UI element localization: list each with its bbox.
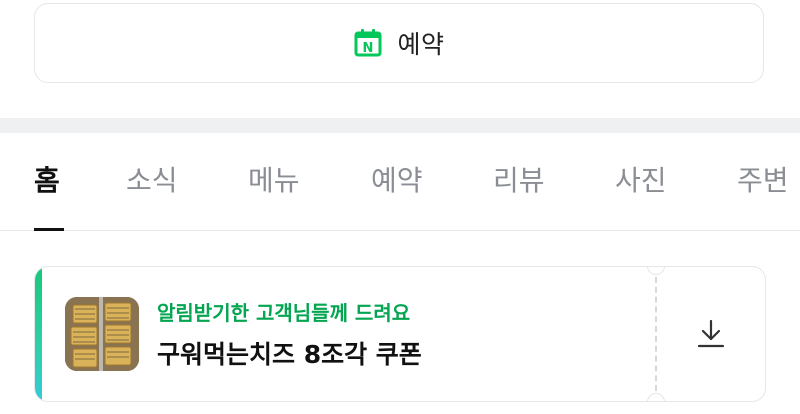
reserve-button-label: 예약 xyxy=(397,30,445,59)
svg-text:N: N xyxy=(363,41,374,56)
tab-menu[interactable]: 메뉴 xyxy=(248,159,300,199)
tab-nearby[interactable]: 주변 xyxy=(737,159,789,199)
tab-reviews[interactable]: 리뷰 xyxy=(493,159,545,199)
naver-booking-icon: N xyxy=(354,29,382,57)
coupon-thumbnail xyxy=(65,297,139,371)
coupon-title: 구워먹는치즈 8조각 쿠폰 xyxy=(157,340,422,369)
place-page: N 예약 홈 소식 메뉴 예약 리뷰 사진 주변 알림받기한 고객님들께 드려요… xyxy=(0,0,800,414)
coupon-subtitle: 알림받기한 고객님들께 드려요 xyxy=(157,301,411,325)
active-tab-indicator xyxy=(34,228,64,231)
coupon-accent-bar xyxy=(35,267,42,401)
reserve-button[interactable]: N 예약 xyxy=(34,3,764,83)
tab-photos[interactable]: 사진 xyxy=(615,159,667,199)
grilled-cheese-image xyxy=(65,297,139,371)
tab-bar: 홈 소식 메뉴 예약 리뷰 사진 주변 xyxy=(0,133,800,231)
coupon-card[interactable]: 알림받기한 고객님들께 드려요 구워먹는치즈 8조각 쿠폰 xyxy=(34,266,766,402)
download-icon xyxy=(697,319,725,348)
tab-news[interactable]: 소식 xyxy=(126,159,178,199)
tab-reservation[interactable]: 예약 xyxy=(371,159,423,199)
tab-home[interactable]: 홈 xyxy=(34,159,60,199)
coupon-download-button[interactable] xyxy=(657,267,765,401)
section-divider xyxy=(0,118,800,133)
